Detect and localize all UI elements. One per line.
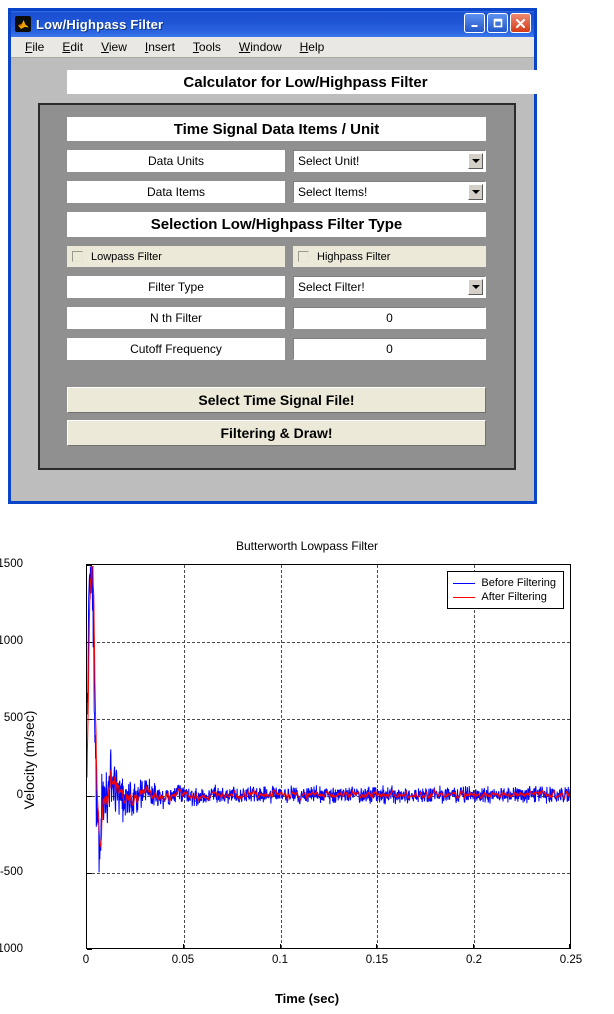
label-nth-filter: N th Filter (67, 307, 285, 329)
title-bar: Low/Highpass Filter (11, 11, 534, 37)
chart-legend: Before Filtering After Filtering (447, 571, 564, 609)
menu-help[interactable]: Help (291, 39, 334, 55)
chevron-down-icon[interactable] (468, 153, 483, 169)
dropdown-data-items-value: Select Items! (298, 185, 368, 199)
waveform-traces (87, 566, 570, 873)
x-tick-label: 0.05 (171, 954, 195, 966)
chart-y-axis-label: Velocity (m/sec) (21, 710, 37, 810)
input-nth-filter[interactable]: 0 (293, 307, 486, 329)
maximize-icon[interactable] (487, 13, 508, 33)
figure-body: Calculator for Low/Highpass Filter Time … (11, 58, 544, 501)
legend-swatch-before (453, 582, 476, 584)
chart-figure: Butterworth Lowpass Filter Velocity (m/s… (0, 512, 614, 1014)
input-cutoff-frequency[interactable]: 0 (293, 338, 486, 360)
dropdown-data-units[interactable]: Select Unit! (293, 150, 486, 172)
chevron-down-icon[interactable] (468, 279, 483, 295)
filtering-and-draw-label: Filtering & Draw! (220, 425, 333, 441)
settings-panel: Time Signal Data Items / Unit Data Units… (38, 103, 516, 470)
filtering-and-draw-button[interactable]: Filtering & Draw! (67, 420, 486, 446)
x-tick-label: 0.2 (466, 954, 482, 966)
checkbox-highpass-filter-box[interactable] (298, 251, 309, 262)
window-controls (464, 13, 531, 33)
section-heading-filter-type: Selection Low/Highpass Filter Type (67, 212, 486, 237)
dropdown-filter-type-value: Select Filter! (298, 280, 365, 294)
y-tick-label: 1000 (0, 635, 23, 647)
tick-mark (87, 949, 92, 950)
chart-title: Butterworth Lowpass Filter (235, 539, 379, 553)
menu-tools[interactable]: Tools (184, 39, 230, 55)
section-heading-time-signal: Time Signal Data Items / Unit (67, 117, 486, 141)
window-title: Low/Highpass Filter (36, 16, 164, 32)
menu-bar: FFileile Edit View Insert Tools Window H… (11, 37, 534, 58)
menu-edit[interactable]: Edit (53, 39, 92, 55)
y-tick-label: -500 (0, 866, 23, 878)
select-time-signal-file-button[interactable]: Select Time Signal File! (67, 387, 486, 413)
dropdown-data-units-value: Select Unit! (298, 154, 360, 168)
menu-file[interactable]: FFileile (16, 39, 53, 55)
legend-entry: After Filtering (453, 590, 556, 604)
plot-area: Before Filtering After Filtering (86, 564, 571, 950)
input-nth-filter-value: 0 (386, 311, 393, 325)
menu-window[interactable]: Window (230, 39, 291, 55)
input-cutoff-frequency-value: 0 (386, 342, 393, 356)
x-tick-label: 0.15 (365, 954, 389, 966)
y-tick-label: 1500 (0, 558, 23, 570)
label-filter-type: Filter Type (67, 276, 285, 298)
page-title: Calculator for Low/Highpass Filter (67, 70, 544, 94)
checkbox-lowpass-filter-label: Lowpass Filter (91, 250, 162, 263)
series-before-filtering (87, 566, 570, 873)
x-tick-label: 0 (82, 954, 90, 966)
label-cutoff-frequency: Cutoff Frequency (67, 338, 285, 360)
dropdown-data-items[interactable]: Select Items! (293, 181, 486, 203)
legend-label-before: Before Filtering (481, 577, 556, 589)
y-tick-label: 500 (3, 712, 23, 724)
checkbox-highpass-filter[interactable]: Highpass Filter (293, 246, 486, 267)
application-window: Low/Highpass Filter FFileile Edit View I… (8, 8, 544, 504)
menu-insert[interactable]: Insert (136, 39, 184, 55)
checkbox-lowpass-filter-box[interactable] (72, 251, 83, 262)
checkbox-lowpass-filter[interactable]: Lowpass Filter (67, 246, 285, 267)
label-data-items: Data Items (67, 181, 285, 203)
menu-view[interactable]: View (92, 39, 136, 55)
chart-x-axis-label: Time (sec) (274, 991, 340, 1006)
x-tick-label: 0.25 (559, 954, 583, 966)
close-icon[interactable] (510, 13, 531, 33)
label-data-units: Data Units (67, 150, 285, 172)
legend-entry: Before Filtering (453, 576, 556, 590)
y-tick-label: 0 (16, 789, 23, 801)
dropdown-filter-type[interactable]: Select Filter! (293, 276, 486, 298)
minimize-icon[interactable] (464, 13, 485, 33)
x-tick-label: 0.1 (272, 954, 288, 966)
matlab-icon (15, 16, 31, 32)
legend-label-after: After Filtering (481, 591, 547, 603)
y-tick-label: -1000 (0, 943, 23, 955)
checkbox-highpass-filter-label: Highpass Filter (317, 250, 391, 263)
select-time-signal-file-label: Select Time Signal File! (198, 392, 355, 408)
legend-swatch-after (453, 596, 476, 598)
chevron-down-icon[interactable] (468, 184, 483, 200)
